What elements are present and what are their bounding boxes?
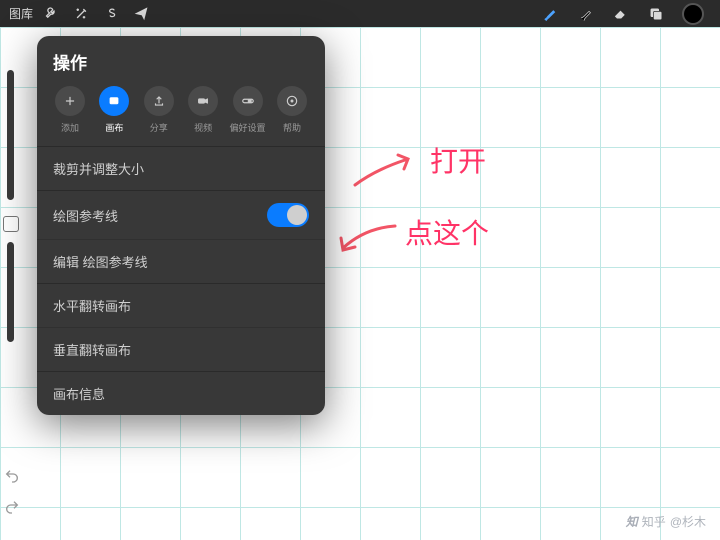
- watermark-user: @杉木: [670, 513, 706, 530]
- video-icon: [188, 86, 218, 116]
- panel-tabs: 添加 画布 分享 视频 偏好设置 帮助: [37, 82, 325, 146]
- help-icon: [277, 86, 307, 116]
- row-edit-guides[interactable]: 编辑 绘图参考线: [37, 239, 325, 283]
- tab-label: 画布: [105, 121, 123, 134]
- row-crop-resize[interactable]: 裁剪并调整大小: [37, 147, 325, 190]
- tab-label: 帮助: [283, 121, 301, 134]
- row-label: 裁剪并调整大小: [53, 159, 144, 178]
- annotation-arrow-tap: [335, 218, 405, 268]
- tab-label: 分享: [150, 121, 168, 134]
- row-label: 垂直翻转画布: [53, 340, 131, 359]
- row-canvas-info[interactable]: 画布信息: [37, 372, 325, 415]
- tab-share[interactable]: 分享: [138, 86, 180, 134]
- watermark: 知 知乎 @杉木: [626, 513, 706, 530]
- undo-redo-group: [4, 468, 20, 520]
- transform-arrow-icon[interactable]: [126, 2, 156, 26]
- row-label: 画布信息: [53, 384, 105, 403]
- share-icon: [144, 86, 174, 116]
- row-flip-horizontal[interactable]: 水平翻转画布: [37, 284, 325, 327]
- panel-title: 操作: [37, 36, 325, 82]
- row-label: 编辑 绘图参考线: [53, 252, 148, 271]
- row-label: 水平翻转画布: [53, 296, 131, 315]
- annotation-text-tap: 点这个: [405, 212, 489, 252]
- layers-icon[interactable]: [647, 5, 664, 22]
- left-side-controls: [3, 70, 18, 358]
- prefs-icon: [233, 86, 263, 116]
- annotation-arrow-open: [350, 150, 420, 190]
- color-swatch[interactable]: [682, 3, 704, 25]
- row-drawing-guides[interactable]: 绘图参考线: [37, 191, 325, 239]
- tab-help[interactable]: 帮助: [271, 86, 313, 134]
- drawing-guides-toggle[interactable]: [267, 203, 309, 227]
- brush-icon[interactable]: [542, 5, 559, 22]
- row-flip-vertical[interactable]: 垂直翻转画布: [37, 327, 325, 371]
- tab-video[interactable]: 视频: [182, 86, 224, 134]
- tab-add[interactable]: 添加: [49, 86, 91, 134]
- tab-prefs[interactable]: 偏好设置: [227, 86, 269, 134]
- gallery-button[interactable]: 图库: [6, 2, 36, 26]
- eraser-icon[interactable]: [612, 5, 629, 22]
- zhihu-logo-icon: 知: [626, 513, 638, 530]
- redo-icon[interactable]: [4, 499, 20, 520]
- tab-label: 视频: [194, 121, 212, 134]
- watermark-site: 知乎: [642, 513, 666, 530]
- modify-square-icon[interactable]: [3, 216, 19, 232]
- smudge-icon[interactable]: [577, 5, 594, 22]
- top-toolbar: 图库: [0, 0, 720, 27]
- canvas-icon: [99, 86, 129, 116]
- tab-label: 偏好设置: [230, 121, 266, 134]
- brush-opacity-slider[interactable]: [7, 242, 14, 342]
- row-label: 绘图参考线: [53, 206, 118, 225]
- adjustments-wand-icon[interactable]: [66, 2, 96, 26]
- actions-panel: 操作 添加 画布 分享 视频 偏好设置 帮助 裁剪并调整大小 绘图参考线 编辑 …: [37, 36, 325, 415]
- plus-icon: [55, 86, 85, 116]
- selection-s-icon[interactable]: [96, 2, 126, 26]
- annotation-text-open: 打开: [430, 140, 486, 180]
- undo-icon[interactable]: [4, 468, 20, 489]
- tab-label: 添加: [61, 121, 79, 134]
- actions-wrench-icon[interactable]: [36, 2, 66, 26]
- brush-size-slider[interactable]: [7, 70, 14, 200]
- tab-canvas[interactable]: 画布: [93, 86, 135, 134]
